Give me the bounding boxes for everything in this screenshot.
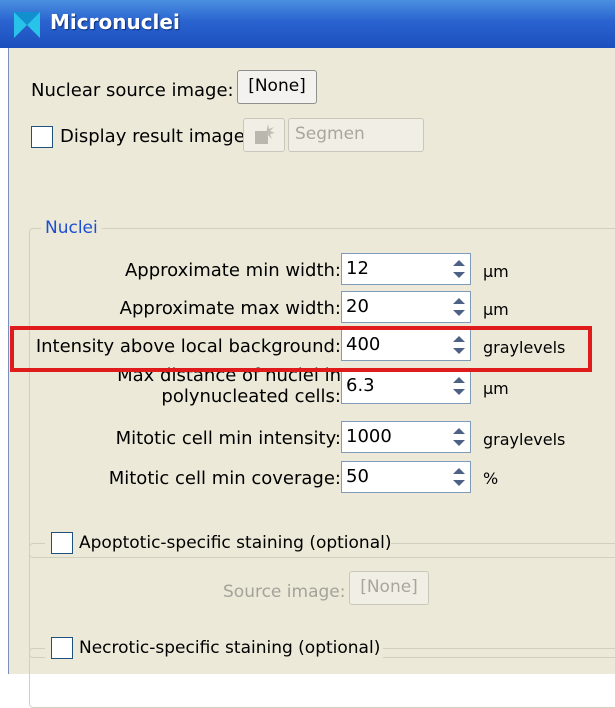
max-distance-value: 6.3	[346, 375, 375, 396]
segmentation-icon-button[interactable]	[243, 118, 285, 152]
display-result-checkbox[interactable]	[31, 126, 53, 148]
max-distance-unit: µm	[483, 379, 509, 398]
apoptotic-title: Apoptotic-specific staining (optional)	[79, 533, 392, 553]
mitotic-intensity-unit: graylevels	[483, 430, 566, 449]
spinner-arrows-icon[interactable]	[450, 373, 468, 399]
max-width-value: 20	[346, 296, 369, 317]
mitotic-coverage-label: Mitotic cell min coverage:	[108, 468, 341, 489]
apoptotic-checkbox[interactable]	[51, 532, 73, 554]
max-width-unit: µm	[483, 300, 509, 319]
mitotic-coverage-value: 50	[346, 466, 369, 487]
max-width-spinner[interactable]: 20	[341, 291, 471, 323]
segmentation-icon	[255, 124, 275, 144]
spinner-arrows-icon[interactable]	[450, 464, 468, 490]
max-width-label: Approximate max width:	[119, 298, 341, 319]
max-distance-spinner[interactable]: 6.3	[341, 370, 471, 404]
nuclear-source-label: Nuclear source image:	[31, 80, 234, 101]
mitotic-intensity-spinner[interactable]: 1000	[341, 421, 471, 453]
necrotic-title: Necrotic-specific staining (optional)	[79, 638, 381, 658]
mitotic-coverage-spinner[interactable]: 50	[341, 461, 471, 493]
mitotic-intensity-label: Mitotic cell min intensity:	[115, 428, 341, 449]
highlight-rectangle	[10, 326, 592, 372]
mitotic-intensity-value: 1000	[346, 426, 392, 447]
display-result-label: Display result image:	[60, 126, 251, 147]
max-distance-label-line2: polynucleated cells:	[161, 386, 341, 407]
necrotic-checkbox[interactable]	[51, 637, 73, 659]
spinner-arrows-icon[interactable]	[450, 256, 468, 282]
apoptotic-source-label: Source image:	[223, 582, 346, 602]
app-logo-icon	[14, 12, 40, 38]
segmen-button[interactable]: Segmen	[288, 118, 424, 152]
apoptotic-source-button[interactable]: [None]	[349, 571, 429, 605]
nuclear-source-button[interactable]: [None]	[237, 70, 317, 104]
nuclei-group-title: Nuclei	[41, 217, 102, 239]
spinner-arrows-icon[interactable]	[450, 424, 468, 450]
mitotic-coverage-unit: %	[483, 469, 499, 488]
min-width-spinner[interactable]: 12	[341, 253, 471, 285]
window-title: Micronuclei	[50, 10, 180, 34]
min-width-value: 12	[346, 258, 369, 279]
spinner-arrows-icon[interactable]	[450, 294, 468, 320]
min-width-unit: µm	[483, 262, 509, 281]
title-bar[interactable]: Micronuclei	[0, 0, 615, 48]
min-width-label: Approximate min width:	[124, 260, 341, 281]
